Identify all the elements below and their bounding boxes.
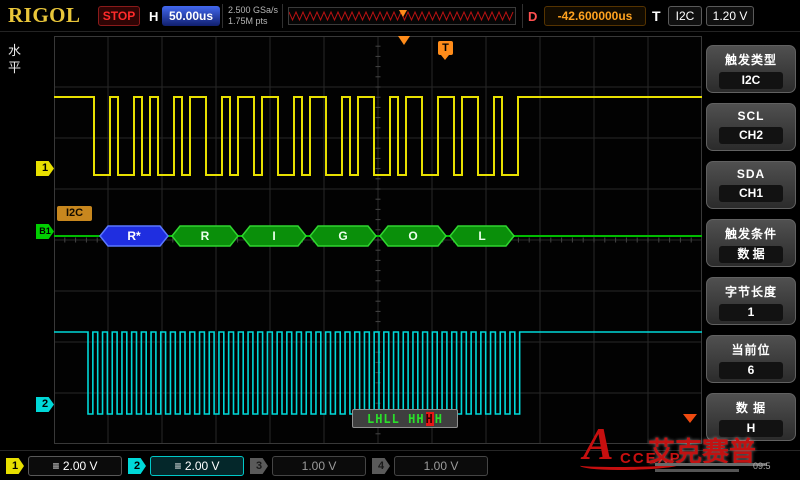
decode-frame-label: R <box>201 229 210 243</box>
decode-frame-label: L <box>478 229 485 243</box>
channel3-scale[interactable]: 1.00 V <box>272 456 366 476</box>
ch2-ground-marker[interactable]: 2 <box>36 397 54 412</box>
menu-item-trigger-condition[interactable]: 触发条件 数 据 <box>706 219 796 267</box>
scale-value: 2.00 V <box>185 459 220 473</box>
decode-frame-label: I <box>272 229 275 243</box>
channel1-status[interactable]: 1 ≡ 2.00 V <box>6 456 124 476</box>
trigger-position-icon[interactable] <box>398 36 410 45</box>
pattern-prefix: LHLL HH <box>367 412 425 426</box>
watermark-corner-text: 09:5 <box>753 461 771 471</box>
channel1-scale[interactable]: ≡ 2.00 V <box>28 456 122 476</box>
graticule: R* R I G O L <box>54 36 702 444</box>
scale-value: 2.00 V <box>63 459 98 473</box>
coupling-icon: ≡ <box>174 459 181 473</box>
horizontal-key-label: H <box>149 9 158 24</box>
menu-label: SDA <box>707 167 795 181</box>
delay-time-readout: -42.600000us <box>544 6 646 26</box>
channel4-status[interactable]: 4 1.00 V <box>372 456 490 476</box>
scale-value: 1.00 V <box>302 459 337 473</box>
memory-depth: 1.75M pts <box>228 16 278 27</box>
coupling-icon: ≡ <box>52 459 59 473</box>
watermark-fine-print <box>655 469 739 472</box>
sample-rate: 2.500 GSa/s <box>228 5 278 16</box>
menu-label: 字节长度 <box>707 283 795 300</box>
channel3-badge: 3 <box>250 458 268 474</box>
ch1-ground-marker[interactable]: 1 <box>36 161 54 176</box>
menu-item-trigger-type[interactable]: 触发类型 I2C <box>706 45 796 93</box>
horizontal-panel-label: 水平 <box>7 42 22 76</box>
watermark-fine-print <box>655 463 767 466</box>
menu-value: 1 <box>719 304 783 321</box>
divider <box>282 4 283 28</box>
menu-label: 数 据 <box>707 399 795 416</box>
menu-label: 触发条件 <box>707 225 795 242</box>
rigol-logo: RIGOL <box>8 3 81 28</box>
pattern-cursor: H <box>426 412 434 426</box>
channel2-badge: 2 <box>128 458 146 474</box>
menu-item-current-bit[interactable]: 当前位 6 <box>706 335 796 383</box>
hpos-preview <box>289 8 515 24</box>
scale-value: 1.00 V <box>424 459 459 473</box>
menu-label: 触发类型 <box>707 51 795 68</box>
channel2-scale[interactable]: ≡ 2.00 V <box>150 456 244 476</box>
trigger-flag-icon[interactable]: T <box>438 41 453 55</box>
timebase-readout: 50.00us <box>162 6 220 26</box>
trigger-flag-pointer-icon <box>441 55 449 60</box>
decode-frame-label: G <box>338 229 347 243</box>
channel4-scale[interactable]: 1.00 V <box>394 456 488 476</box>
decode-frame-label: O <box>408 229 417 243</box>
menu-value: I2C <box>719 72 783 89</box>
divider <box>222 4 223 28</box>
delay-key-label: D <box>528 9 537 24</box>
pattern-suffix: H <box>435 412 443 426</box>
decode-frame-label: R* <box>127 229 141 243</box>
menu-value: CH1 <box>719 185 783 202</box>
bus1-marker[interactable]: B1 <box>36 224 54 239</box>
watermark-letter: A <box>583 420 614 468</box>
menu-value: CH2 <box>719 127 783 144</box>
channel1-badge: 1 <box>6 458 24 474</box>
channel4-badge: 4 <box>372 458 390 474</box>
trigger-key-label: T <box>652 8 661 24</box>
channel3-status[interactable]: 3 1.00 V <box>250 456 368 476</box>
menu-value: 数 据 <box>719 246 783 263</box>
bus-decode-tag: I2C <box>57 206 92 221</box>
top-status-bar: RIGOL STOP H 50.00us 2.500 GSa/s 1.75M p… <box>0 0 800 32</box>
horizontal-position-strip[interactable] <box>288 7 516 25</box>
menu-item-byte-length[interactable]: 字节长度 1 <box>706 277 796 325</box>
channel2-status[interactable]: 2 ≡ 2.00 V <box>128 456 246 476</box>
menu-item-sda[interactable]: SDA CH1 <box>706 161 796 209</box>
trigger-menu-panel: 触发类型 I2C SCL CH2 SDA CH1 触发条件 数 据 字节长度 1… <box>704 32 800 450</box>
trigger-level-readout: 1.20 V <box>706 6 754 26</box>
waveform-display: R*RIGOL I2C T LHLL HHHH <box>54 36 702 444</box>
menu-item-scl[interactable]: SCL CH2 <box>706 103 796 151</box>
trigger-pattern-readout: LHLL HHHH <box>352 409 458 428</box>
menu-value: 6 <box>719 362 783 379</box>
acquisition-readout: 2.500 GSa/s 1.75M pts <box>228 5 278 27</box>
menu-label: 当前位 <box>707 341 795 358</box>
run-state-badge: STOP <box>98 6 140 26</box>
divider <box>522 4 523 28</box>
menu-label: SCL <box>707 109 795 123</box>
accexp-watermark: A CCEXP 艾克赛普 09:5 <box>575 420 800 480</box>
trigger-type-readout: I2C <box>668 6 702 26</box>
